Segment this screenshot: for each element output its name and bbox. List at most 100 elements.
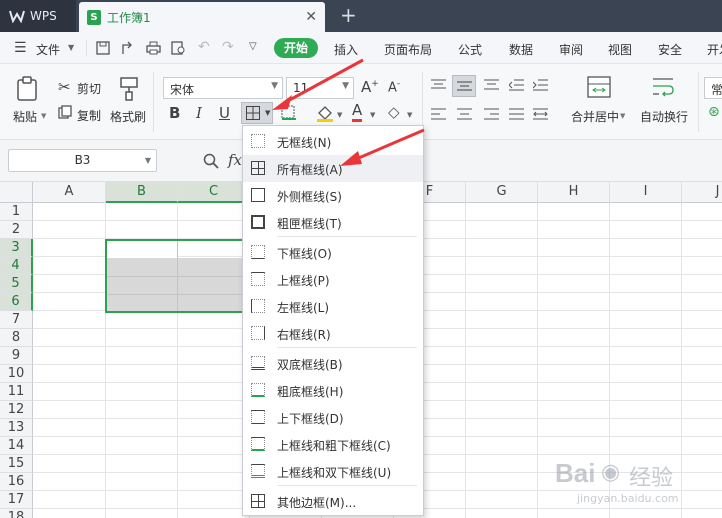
row-header-16[interactable]: 16	[0, 473, 33, 491]
chevron-down-icon[interactable]: ▼	[407, 111, 412, 119]
chevron-down-icon[interactable]: ▼	[337, 111, 342, 119]
redo-icon[interactable]: ↷	[222, 39, 234, 55]
tab-page-layout[interactable]: 页面布局	[384, 41, 432, 58]
underline-icon[interactable]: U	[219, 104, 230, 122]
document-tab[interactable]: S 工作簿1 ✕	[79, 2, 325, 32]
cut-label[interactable]: 剪切	[77, 80, 101, 97]
paste-icon[interactable]	[16, 76, 40, 102]
column-header-c[interactable]: C	[178, 182, 250, 203]
close-tab-icon[interactable]: ✕	[305, 9, 317, 25]
cell-fill-border-icon[interactable]	[281, 105, 297, 121]
row-header-15[interactable]: 15	[0, 455, 33, 473]
name-box[interactable]: B3 ▼	[8, 149, 157, 172]
column-header-b[interactable]: B	[106, 182, 178, 203]
border-menu-item-10[interactable]: 上下框线(D)	[243, 404, 423, 431]
border-menu-item-3[interactable]: 粗匣框线(T)	[243, 209, 423, 236]
new-tab-button[interactable]: +	[340, 4, 357, 26]
tab-insert[interactable]: 插入	[334, 41, 358, 58]
clear-format-icon[interactable]: ◇	[388, 103, 400, 121]
border-menu-item-9[interactable]: 粗底框线(H)	[243, 377, 423, 404]
border-menu-item-6[interactable]: 左框线(L)	[243, 293, 423, 320]
export-icon[interactable]	[120, 41, 134, 55]
print-icon[interactable]	[146, 41, 161, 55]
increase-indent-icon[interactable]	[533, 79, 548, 91]
wrap-text-icon[interactable]	[651, 76, 675, 100]
border-menu-item-1[interactable]: 所有框线(A)	[243, 155, 423, 182]
column-header-h[interactable]: H	[538, 182, 610, 203]
border-menu-item-12[interactable]: 上框线和双下框线(U)	[243, 458, 423, 485]
decrease-indent-icon[interactable]	[509, 79, 524, 91]
bold-icon[interactable]: B	[169, 104, 180, 122]
hamburger-icon[interactable]: ☰	[14, 40, 27, 56]
select-all-corner[interactable]	[0, 182, 33, 203]
justify-icon[interactable]	[509, 108, 524, 120]
row-header-14[interactable]: 14	[0, 437, 33, 455]
tab-view[interactable]: 视图	[608, 41, 632, 58]
column-header-i[interactable]: I	[610, 182, 682, 203]
row-header-13[interactable]: 13	[0, 419, 33, 437]
row-header-11[interactable]: 11	[0, 383, 33, 401]
column-header-g[interactable]: G	[466, 182, 538, 203]
row-header-3[interactable]: 3	[0, 239, 33, 257]
copy-icon[interactable]	[58, 105, 72, 119]
tab-security[interactable]: 安全	[658, 41, 682, 58]
chevron-down-icon[interactable]: ▼	[41, 112, 46, 120]
chevron-down-icon[interactable]: ▼	[370, 111, 375, 119]
merge-center-icon[interactable]	[587, 76, 611, 100]
wps-home-tab[interactable]: WPS	[0, 0, 76, 32]
border-menu-item-8[interactable]: 双底框线(B)	[243, 350, 423, 377]
tab-formulas[interactable]: 公式	[458, 41, 482, 58]
undo-icon[interactable]: ↶	[198, 39, 210, 55]
chevron-down-icon[interactable]: ▼	[620, 112, 625, 120]
distributed-align-icon[interactable]	[533, 108, 548, 120]
currency-format-icon[interactable]: ⊛	[708, 104, 720, 120]
border-menu-item-7[interactable]: 右框线(R)	[243, 320, 423, 347]
tab-developer[interactable]: 开发	[707, 41, 722, 58]
font-size-select[interactable]: 11 ▼	[286, 77, 354, 99]
border-button[interactable]: ▼	[241, 102, 273, 124]
row-header-2[interactable]: 2	[0, 221, 33, 239]
border-menu-item-0[interactable]: 无框线(N)	[243, 128, 423, 155]
save-icon[interactable]	[96, 41, 110, 55]
align-top-icon[interactable]	[431, 79, 446, 91]
align-right-icon[interactable]	[484, 108, 499, 120]
border-menu-item-4[interactable]: 下框线(O)	[243, 239, 423, 266]
row-header-18[interactable]: 18	[0, 509, 33, 518]
tab-start[interactable]: 开始	[274, 38, 318, 58]
align-middle-button[interactable]	[452, 75, 476, 97]
print-preview-icon[interactable]	[171, 41, 186, 55]
border-menu-item-2[interactable]: 外侧框线(S)	[243, 182, 423, 209]
format-painter-label[interactable]: 格式刷	[110, 108, 146, 125]
column-header-a[interactable]: A	[33, 182, 106, 203]
column-header-j[interactable]: J	[682, 182, 722, 203]
paste-label[interactable]: 粘贴	[13, 108, 37, 125]
customize-toolbar-icon[interactable]: ▽	[249, 41, 257, 52]
border-menu-item-13[interactable]: 其他边框(M)...	[243, 488, 423, 515]
tab-data[interactable]: 数据	[509, 41, 533, 58]
tab-review[interactable]: 审阅	[559, 41, 583, 58]
fill-color-icon[interactable]	[316, 104, 334, 122]
italic-icon[interactable]: I	[196, 104, 202, 122]
row-header-8[interactable]: 8	[0, 329, 33, 347]
copy-label[interactable]: 复制	[77, 107, 101, 124]
row-header-10[interactable]: 10	[0, 365, 33, 383]
border-menu-item-5[interactable]: 上框线(P)	[243, 266, 423, 293]
row-header-5[interactable]: 5	[0, 275, 33, 293]
zoom-search-icon[interactable]	[203, 153, 219, 169]
align-bottom-icon[interactable]	[484, 79, 499, 91]
cell-style-select[interactable]: 常	[704, 77, 722, 99]
merge-center-label[interactable]: 合并居中	[571, 108, 619, 125]
row-header-12[interactable]: 12	[0, 401, 33, 419]
font-name-select[interactable]: 宋体 ▼	[163, 77, 283, 99]
decrease-font-icon[interactable]: A-	[388, 79, 400, 95]
row-header-4[interactable]: 4	[0, 257, 33, 275]
function-icon[interactable]: fx	[228, 151, 242, 169]
align-left-icon[interactable]	[431, 108, 446, 120]
row-header-6[interactable]: 6	[0, 293, 33, 311]
chevron-down-icon[interactable]: ▼	[68, 43, 74, 52]
increase-font-icon[interactable]: A+	[361, 78, 379, 96]
scissors-icon[interactable]: ✂	[58, 78, 71, 96]
row-header-17[interactable]: 17	[0, 491, 33, 509]
font-color-icon[interactable]: A	[352, 102, 363, 122]
format-painter-icon[interactable]	[118, 76, 140, 102]
